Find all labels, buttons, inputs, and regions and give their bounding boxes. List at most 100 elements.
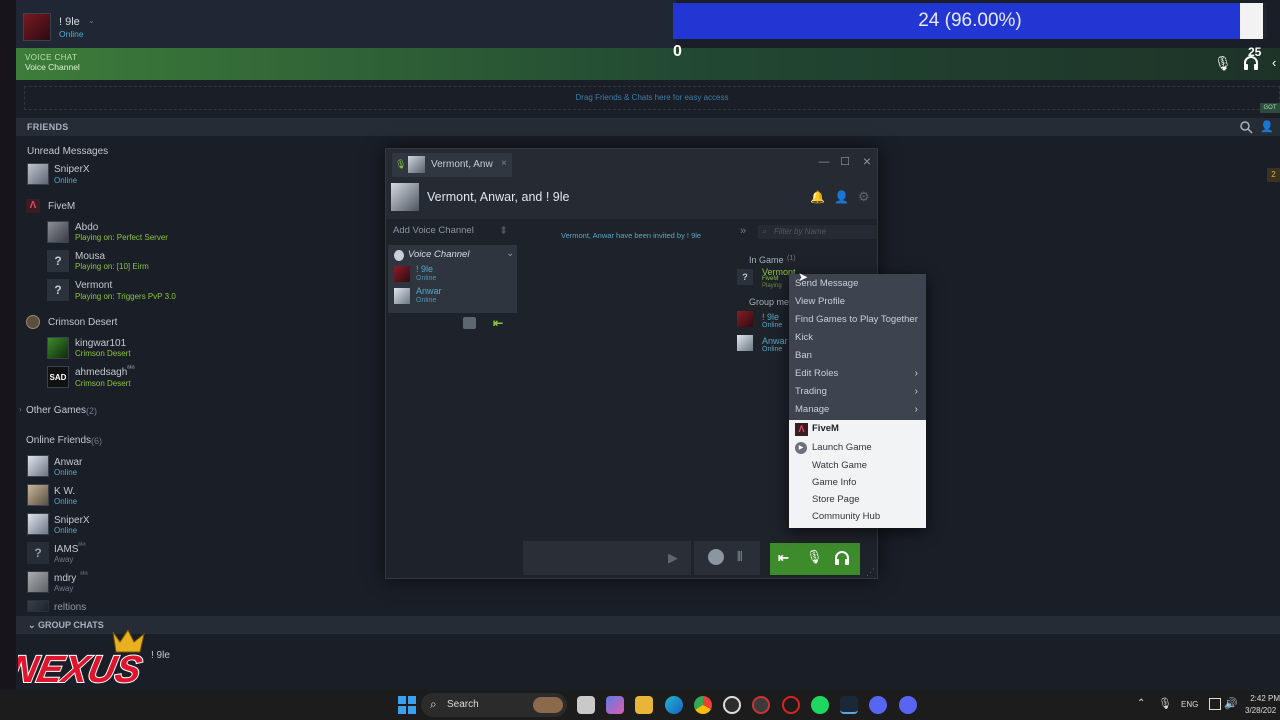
- group-chats-header[interactable]: ⌄ GROUP CHATS: [16, 616, 1280, 634]
- friend-name[interactable]: Anwar: [54, 457, 82, 468]
- close-icon[interactable]: ×: [858, 152, 876, 170]
- drag-drop-area[interactable]: Drag Friends & Chats here for easy acces…: [24, 86, 1280, 110]
- resize-handle[interactable]: ⋰: [866, 567, 875, 578]
- language-indicator[interactable]: ENG: [1181, 700, 1198, 709]
- minimize-icon[interactable]: —: [815, 153, 833, 171]
- section-crimson-desert[interactable]: Crimson Desert: [48, 317, 117, 328]
- chrome-icon[interactable]: [694, 696, 712, 714]
- friend-avatar[interactable]: [27, 513, 49, 535]
- friend-name[interactable]: IAMS: [54, 544, 78, 555]
- gear-icon[interactable]: ⚙: [858, 189, 870, 205]
- menu-manage[interactable]: Manage: [795, 401, 829, 419]
- clock-time[interactable]: 2:42 PM: [1247, 694, 1280, 703]
- default-avatar-icon[interactable]: ?: [27, 542, 49, 564]
- friend-name[interactable]: mdry: [54, 573, 76, 584]
- menu-game-info[interactable]: Game Info: [812, 474, 856, 491]
- chat-tab[interactable]: 🎙 Vermont, Anw ×: [392, 153, 512, 177]
- edge-icon[interactable]: [665, 696, 683, 714]
- friend-name[interactable]: SniperX: [54, 515, 90, 526]
- voice-member-name[interactable]: Anwar: [416, 286, 442, 296]
- friend-name[interactable]: Abdo: [75, 222, 98, 233]
- file-explorer-icon[interactable]: [635, 696, 653, 714]
- add-voice-channel[interactable]: Add Voice Channel: [393, 225, 474, 236]
- friend-avatar[interactable]: [27, 484, 49, 506]
- member-filter-input[interactable]: ⌕ Filter by Name: [758, 225, 876, 239]
- microphone-icon[interactable]: 🎙: [1214, 55, 1232, 73]
- group-avatar[interactable]: [391, 183, 419, 211]
- discord-icon[interactable]: [899, 696, 917, 714]
- maximize-icon[interactable]: ☐: [836, 153, 854, 171]
- chat-titlebar[interactable]: 🎙 Vermont, Anw × — ☐ ×: [386, 149, 877, 179]
- collapse-members-icon[interactable]: »: [740, 225, 746, 237]
- emoticon-icon[interactable]: [708, 549, 724, 565]
- chevron-down-icon[interactable]: ⌄: [506, 248, 514, 259]
- leave-voice-icon[interactable]: ⇤: [778, 550, 789, 566]
- user-avatar[interactable]: [23, 13, 51, 41]
- member-name[interactable]: ! 9le: [762, 312, 779, 322]
- menu-edit-roles[interactable]: Edit Roles: [795, 365, 838, 383]
- leave-voice-icon[interactable]: ‹: [1272, 55, 1276, 70]
- default-avatar-icon[interactable]: ?: [47, 250, 69, 272]
- menu-trading[interactable]: Trading: [795, 383, 827, 401]
- bell-icon[interactable]: 🔔: [810, 190, 825, 204]
- search-icon[interactable]: [1239, 120, 1253, 134]
- friend-name[interactable]: Vermont: [75, 280, 112, 291]
- member-avatar[interactable]: [737, 335, 753, 351]
- task-view-icon[interactable]: [577, 696, 595, 714]
- windows-start-icon[interactable]: [398, 696, 416, 714]
- headset-icon[interactable]: [834, 550, 850, 566]
- member-avatar[interactable]: [394, 266, 410, 282]
- section-other-games[interactable]: Other Games: [26, 405, 86, 416]
- section-online-friends[interactable]: Online Friends: [26, 435, 91, 446]
- user-header[interactable]: ! 9le ⌄ Online: [16, 0, 676, 48]
- default-avatar-icon[interactable]: ?: [47, 279, 69, 301]
- menu-watch-game[interactable]: Watch Game: [812, 457, 867, 474]
- section-unread-messages[interactable]: Unread Messages: [27, 146, 108, 157]
- add-friend-icon[interactable]: 👤: [1260, 120, 1274, 134]
- member-name[interactable]: Anwar: [762, 336, 788, 346]
- message-input[interactable]: [523, 541, 691, 575]
- friend-avatar[interactable]: [47, 337, 69, 359]
- friend-avatar[interactable]: [27, 571, 49, 593]
- friend-avatar[interactable]: [27, 600, 49, 612]
- chevron-right-icon[interactable]: ›: [19, 405, 22, 414]
- discord-icon[interactable]: [869, 696, 887, 714]
- taskbar-search[interactable]: ⌕ Search: [421, 693, 567, 717]
- app-icon[interactable]: [723, 696, 741, 714]
- section-fivem[interactable]: FiveM: [48, 201, 75, 212]
- friend-name[interactable]: SniperX: [54, 164, 90, 175]
- volume-icon[interactable]: 🔊: [1224, 697, 1238, 710]
- default-avatar-icon[interactable]: ?: [737, 269, 753, 285]
- voice-channel-panel[interactable]: Voice Channel ⌄ ! 9le Online Anwar Onlin…: [388, 245, 517, 313]
- settings-icon[interactable]: [463, 317, 476, 329]
- member-avatar[interactable]: [394, 288, 410, 304]
- user-name[interactable]: ! 9le: [59, 16, 80, 28]
- network-icon[interactable]: [1209, 698, 1221, 710]
- chevron-up-icon[interactable]: ⌃: [1137, 698, 1145, 709]
- send-icon[interactable]: ▶: [668, 550, 678, 566]
- menu-kick[interactable]: Kick: [795, 329, 813, 347]
- friend-avatar[interactable]: SAD: [47, 366, 69, 388]
- friend-name[interactable]: K W.: [54, 486, 75, 497]
- add-user-icon[interactable]: 👤: [834, 190, 849, 204]
- pin-icon[interactable]: ⬍: [499, 224, 508, 237]
- close-tab-icon[interactable]: ×: [501, 158, 507, 169]
- friend-name[interactable]: reltions: [54, 602, 86, 613]
- widgets-icon[interactable]: [606, 696, 624, 714]
- friend-name[interactable]: Mousa: [75, 251, 105, 262]
- clock-date[interactable]: 3/28/202: [1245, 706, 1280, 715]
- friend-avatar[interactable]: [47, 221, 69, 243]
- microphone-icon[interactable]: 🎙: [1158, 697, 1172, 710]
- menu-find-games[interactable]: Find Games to Play Together: [795, 311, 918, 329]
- microphone-icon[interactable]: 🎙: [806, 549, 823, 565]
- member-avatar[interactable]: [737, 311, 753, 327]
- menu-launch-game[interactable]: Launch Game: [812, 439, 872, 456]
- menu-ban[interactable]: Ban: [795, 347, 812, 365]
- menu-community-hub[interactable]: Community Hub: [812, 508, 880, 525]
- voice-chat-bar[interactable]: VOICE CHAT Voice Channel 🎙 ‹: [16, 48, 1280, 80]
- menu-store-page[interactable]: Store Page: [812, 491, 860, 508]
- friend-name[interactable]: kingwar101: [75, 338, 126, 349]
- spotify-icon[interactable]: [811, 696, 829, 714]
- menu-view-profile[interactable]: View Profile: [795, 293, 845, 311]
- app-icon[interactable]: [752, 696, 770, 714]
